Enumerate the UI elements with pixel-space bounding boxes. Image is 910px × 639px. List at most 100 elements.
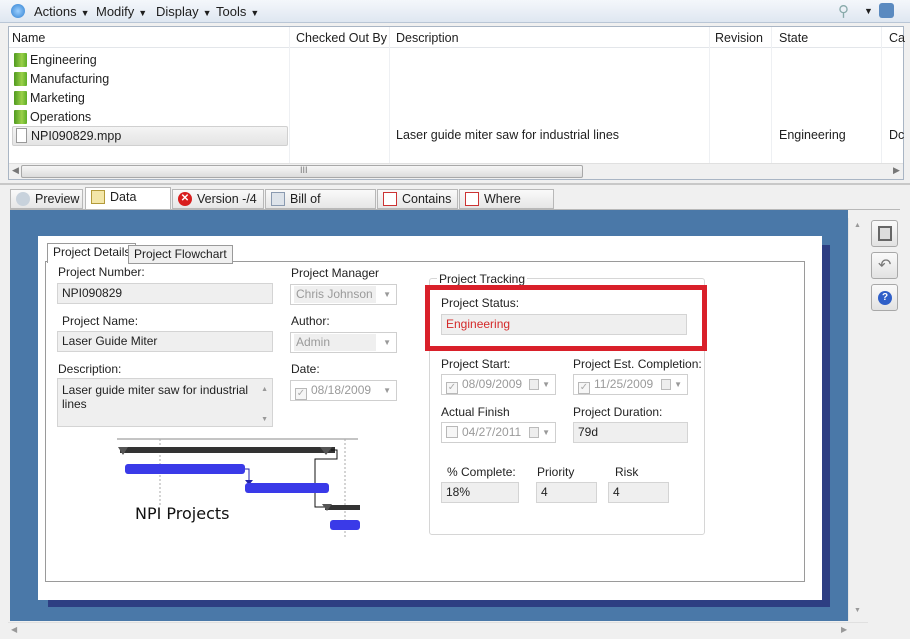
help-icon: ? bbox=[878, 291, 892, 305]
checkbox-checked[interactable]: ✓ bbox=[446, 382, 458, 394]
project-name-field[interactable]: Laser Guide Miter bbox=[57, 331, 273, 352]
folder-icon bbox=[14, 72, 27, 86]
list-item[interactable]: Manufacturing bbox=[12, 70, 282, 88]
item-state: Engineering bbox=[779, 128, 846, 142]
menu-label: Modify bbox=[96, 4, 135, 19]
refresh-icon[interactable] bbox=[11, 4, 25, 18]
list-item-selected[interactable]: NPI090829.mpp bbox=[12, 126, 288, 146]
date-label: Date: bbox=[291, 362, 320, 376]
column-header-name[interactable]: Name bbox=[12, 31, 45, 45]
scroll-down-arrow[interactable]: ▼ bbox=[854, 607, 861, 614]
chevron-down-icon: ▼ bbox=[674, 380, 682, 389]
chevron-down-icon: ▼ bbox=[383, 386, 391, 395]
scroll-left-arrow[interactable]: ◀ bbox=[12, 165, 19, 176]
help-button[interactable]: ? bbox=[871, 284, 898, 311]
folder-icon bbox=[14, 53, 27, 67]
list-item[interactable]: Operations bbox=[12, 108, 282, 126]
menu-modify[interactable]: Modify ▼ bbox=[96, 4, 147, 19]
tab-contains[interactable]: Contains bbox=[377, 189, 458, 209]
project-status-label: Project Status: bbox=[441, 296, 520, 310]
vertical-scrollbar[interactable]: ▲ ▼ bbox=[848, 218, 866, 621]
tab-data-card[interactable]: Data Card bbox=[85, 187, 171, 222]
tab-preview[interactable]: Preview bbox=[10, 189, 83, 209]
scroll-up-arrow[interactable]: ▲ bbox=[261, 383, 268, 397]
chevron-down-icon: ▼ bbox=[383, 290, 391, 299]
actual-finish-picker[interactable]: 04/27/2011 ▼ bbox=[441, 422, 556, 443]
list-item[interactable]: Engineering bbox=[12, 51, 282, 69]
est-completion-label: Project Est. Completion: bbox=[573, 357, 702, 371]
item-category: Dc bbox=[889, 128, 905, 142]
scroll-left-arrow[interactable]: ◀ bbox=[11, 625, 17, 634]
project-duration-field[interactable]: 79d bbox=[573, 422, 688, 443]
menu-display[interactable]: Display ▼ bbox=[156, 4, 212, 19]
chevron-down-icon: ▼ bbox=[542, 380, 550, 389]
date-value: 08/18/2009 bbox=[311, 383, 372, 397]
project-start-label: Project Start: bbox=[441, 357, 511, 371]
folder-icon bbox=[14, 91, 27, 105]
date-value: 04/27/2011 bbox=[462, 425, 522, 439]
project-manager-dropdown[interactable]: Chris Johnson ▼ bbox=[290, 284, 397, 305]
checkbox-unchecked[interactable] bbox=[446, 426, 458, 438]
contains-icon bbox=[383, 192, 397, 206]
undo-button[interactable]: ↶ bbox=[871, 252, 898, 279]
priority-field[interactable]: 4 bbox=[536, 482, 597, 503]
column-header-description[interactable]: Description bbox=[396, 31, 459, 45]
tab-project-flowchart[interactable]: Project Flowchart bbox=[128, 245, 233, 264]
scroll-right-arrow[interactable]: ▶ bbox=[893, 165, 900, 176]
description-field[interactable]: Laser guide miter saw for industrial lin… bbox=[57, 378, 273, 427]
item-name: Operations bbox=[30, 110, 92, 124]
splitter[interactable] bbox=[0, 183, 910, 185]
percent-complete-label: % Complete: bbox=[447, 465, 516, 479]
project-status-field[interactable]: Engineering bbox=[441, 314, 687, 335]
checkbox-checked[interactable]: ✓ bbox=[295, 388, 307, 400]
scroll-up-arrow[interactable]: ▲ bbox=[854, 222, 861, 229]
project-start-picker[interactable]: ✓ 08/09/2009 ▼ bbox=[441, 374, 556, 395]
save-button[interactable] bbox=[871, 220, 898, 247]
help-icon[interactable] bbox=[879, 3, 894, 18]
error-icon: ✕ bbox=[178, 192, 192, 206]
scroll-right-arrow[interactable]: ▶ bbox=[841, 625, 847, 634]
horizontal-scrollbar[interactable]: ◀ III ▶ bbox=[9, 163, 903, 179]
risk-label: Risk bbox=[615, 465, 639, 479]
column-header-state[interactable]: State bbox=[779, 31, 808, 45]
scrollbar-thumb[interactable]: III bbox=[21, 165, 583, 178]
menu-actions[interactable]: Actions ▼ bbox=[34, 4, 90, 19]
project-manager-label: Project Manager bbox=[291, 266, 380, 280]
percent-complete-field[interactable]: 18% bbox=[441, 482, 519, 503]
calendar-icon bbox=[529, 427, 539, 438]
bottom-horizontal-scrollbar[interactable]: ◀ ▶ bbox=[8, 622, 868, 638]
project-number-field[interactable]: NPI090829 bbox=[57, 283, 273, 304]
file-icon bbox=[16, 128, 27, 143]
author-dropdown[interactable]: Admin ▼ bbox=[290, 332, 397, 353]
calendar-icon bbox=[529, 379, 539, 390]
tab-where-used[interactable]: Where Used bbox=[459, 189, 554, 224]
chevron-down-icon: ▼ bbox=[542, 428, 550, 437]
menu-tools[interactable]: Tools ▼ bbox=[216, 4, 259, 19]
bill-of-materials-icon bbox=[271, 192, 285, 206]
search-icon[interactable]: ⚲ bbox=[838, 2, 849, 20]
save-icon bbox=[878, 226, 892, 241]
menu-label: Actions bbox=[34, 4, 77, 19]
column-header-category[interactable]: Ca bbox=[889, 31, 905, 45]
list-item[interactable]: Marketing bbox=[12, 89, 282, 107]
logo-text: NPI Projects bbox=[135, 504, 230, 523]
tab-bill-of-materials[interactable]: Bill of Materials bbox=[265, 189, 376, 224]
scroll-down-arrow[interactable]: ▼ bbox=[261, 413, 268, 427]
menu-label: Tools bbox=[216, 4, 247, 19]
file-list: Name Checked Out By Description Revision… bbox=[8, 26, 905, 180]
date-value: 08/09/2009 bbox=[462, 377, 523, 391]
priority-label: Priority bbox=[537, 465, 575, 479]
project-duration-label: Project Duration: bbox=[573, 405, 663, 419]
search-dropdown-arrow[interactable]: ▼ bbox=[864, 6, 873, 16]
column-header-revision[interactable]: Revision bbox=[715, 31, 763, 45]
date-picker[interactable]: ✓ 08/18/2009 ▼ bbox=[290, 380, 397, 401]
risk-field[interactable]: 4 bbox=[608, 482, 669, 503]
tab-project-details[interactable]: Project Details bbox=[47, 243, 137, 263]
tab-version[interactable]: ✕ Version -/4 bbox=[172, 189, 264, 209]
item-name: NPI090829.mpp bbox=[31, 129, 122, 143]
est-completion-picker[interactable]: ✓ 11/25/2009 ▼ bbox=[573, 374, 688, 395]
npi-projects-logo: NPI Projects bbox=[117, 438, 360, 537]
checkbox-checked[interactable]: ✓ bbox=[578, 382, 590, 394]
data-card-icon bbox=[91, 190, 105, 204]
column-header-checked-out-by[interactable]: Checked Out By bbox=[296, 31, 387, 45]
